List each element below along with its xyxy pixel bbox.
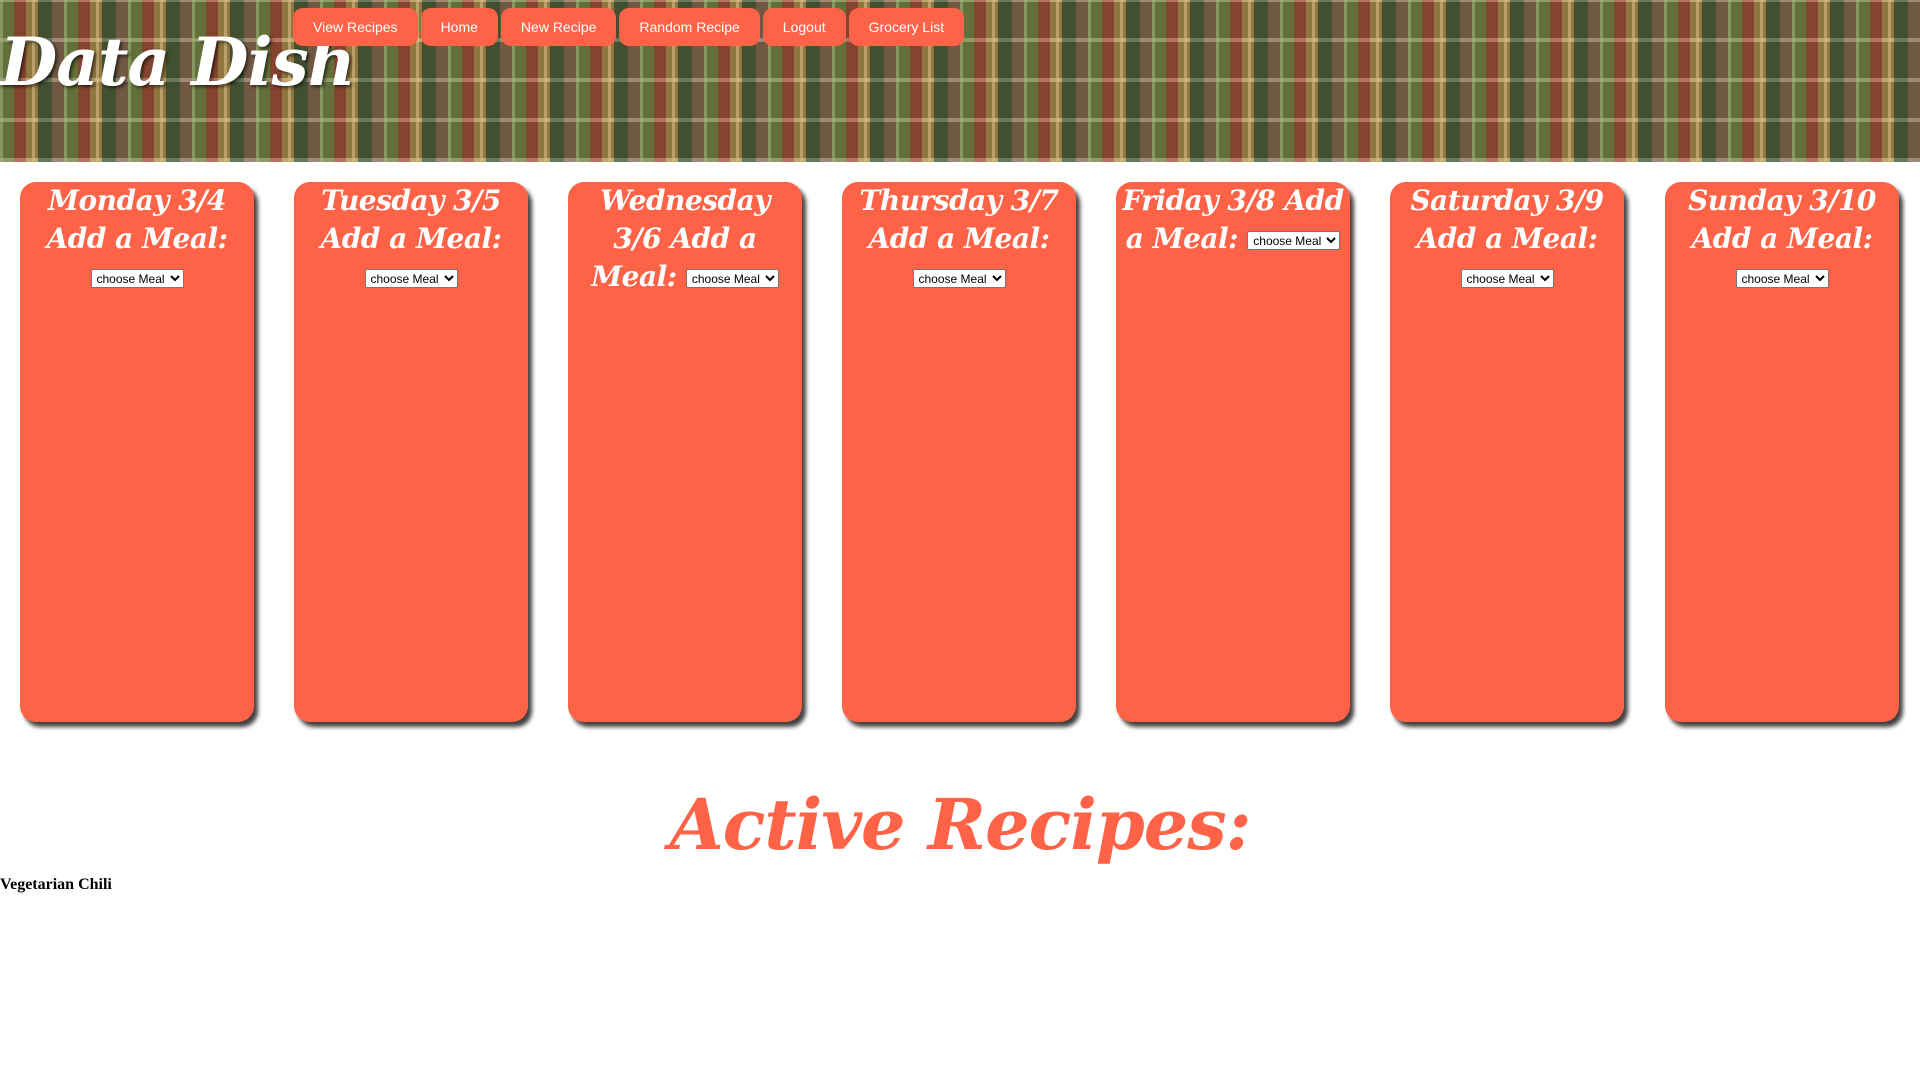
day-heading: Wednesday 3/6 Add a Meal: choose Meal xyxy=(574,182,796,296)
day-card-friday: Friday 3/8 Add a Meal: choose Meal xyxy=(1116,182,1350,722)
day-card-thursday: Thursday 3/7 Add a Meal: choose Meal xyxy=(842,182,1076,722)
meal-select-thursday[interactable]: choose Meal xyxy=(912,269,1006,288)
day-heading: Friday 3/8 Add a Meal: choose Meal xyxy=(1122,182,1344,258)
day-heading: Saturday 3/9 Add a Meal: choose Meal xyxy=(1396,182,1618,296)
day-heading: Thursday 3/7 Add a Meal: choose Meal xyxy=(848,182,1070,296)
meal-select-tuesday[interactable]: choose Meal xyxy=(364,269,458,288)
day-heading-text: Monday 3/4 Add a Meal: xyxy=(46,184,228,255)
day-heading: Sunday 3/10 Add a Meal: choose Meal xyxy=(1671,182,1893,296)
active-recipes-title: Active Recipes: xyxy=(669,783,1251,866)
day-card-monday: Monday 3/4 Add a Meal: choose Meal xyxy=(20,182,254,722)
meal-select-wednesday[interactable]: choose Meal xyxy=(685,269,779,288)
day-heading-text: Thursday 3/7 Add a Meal: xyxy=(859,184,1060,255)
active-recipe-list: Vegetarian Chili xyxy=(0,874,112,896)
meal-select-sunday[interactable]: choose Meal xyxy=(1735,269,1829,288)
meal-select-monday[interactable]: choose Meal xyxy=(90,269,184,288)
meal-select-friday[interactable]: choose Meal xyxy=(1247,231,1341,250)
nav-logout-button[interactable]: Logout xyxy=(762,8,846,46)
meal-select-saturday[interactable]: choose Meal xyxy=(1460,269,1554,288)
day-card-sunday: Sunday 3/10 Add a Meal: choose Meal xyxy=(1665,182,1899,722)
list-item[interactable]: Vegetarian Chili xyxy=(0,874,112,896)
day-card-tuesday: Tuesday 3/5 Add a Meal: choose Meal xyxy=(294,182,528,722)
day-heading-text: Saturday 3/9 Add a Meal: xyxy=(1410,184,1604,255)
day-card-saturday: Saturday 3/9 Add a Meal: choose Meal xyxy=(1390,182,1624,722)
day-heading: Tuesday 3/5 Add a Meal: choose Meal xyxy=(300,182,522,296)
day-heading-text: Tuesday 3/5 Add a Meal: xyxy=(320,184,502,255)
nav-view-recipes-button[interactable]: View Recipes xyxy=(293,8,418,46)
nav-grocery-list-button[interactable]: Grocery List xyxy=(848,8,965,46)
nav-random-recipe-button[interactable]: Random Recipe xyxy=(619,8,760,46)
nav-new-recipe-button[interactable]: New Recipe xyxy=(500,8,617,46)
day-heading: Monday 3/4 Add a Meal: choose Meal xyxy=(26,182,248,296)
main-nav: View Recipes Home New Recipe Random Reci… xyxy=(293,8,967,46)
day-heading-text: Sunday 3/10 Add a Meal: xyxy=(1688,184,1876,255)
nav-home-button[interactable]: Home xyxy=(420,8,498,46)
header-banner: Data Dish View Recipes Home New Recipe R… xyxy=(0,0,1920,162)
day-card-wednesday: Wednesday 3/6 Add a Meal: choose Meal xyxy=(568,182,802,722)
